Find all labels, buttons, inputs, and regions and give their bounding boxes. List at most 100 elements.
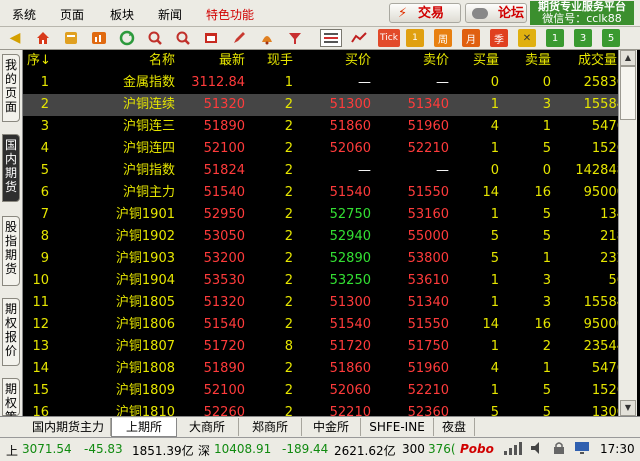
- table-row[interactable]: 4 沪铜连四 52100 2 52060 52210 1 5 1526: [23, 138, 626, 160]
- five-minute-icon[interactable]: 5: [602, 29, 620, 47]
- cell-ask: 51550: [407, 185, 449, 200]
- custom-kline-icon[interactable]: ✕: [518, 29, 536, 47]
- table-row[interactable]: 14 沪铜1808 51890 2 51860 51960 4 1 5476: [23, 358, 626, 380]
- refresh-icon[interactable]: [118, 29, 136, 47]
- tab-czce[interactable]: 郑商所: [239, 418, 302, 436]
- cell-last: 51720: [203, 339, 245, 354]
- table-row[interactable]: 13 沪铜1807 51720 8 51720 51750 1 2 23544: [23, 336, 626, 358]
- forum-button[interactable]: 论坛: [465, 3, 527, 23]
- tab-cffex[interactable]: 中金所: [302, 418, 361, 436]
- table-row[interactable]: 6 沪铜主力 51540 2 51540 51550 14 16 95000: [23, 182, 626, 204]
- menu-sector[interactable]: 板块: [110, 6, 134, 23]
- cell-no: 4: [40, 141, 49, 156]
- cell-name: 沪铜1902: [115, 229, 175, 244]
- cell-name: 沪铜1808: [115, 361, 175, 376]
- table-row[interactable]: 1 金属指数 3112.84 1 — — 0 0 25836: [23, 72, 626, 94]
- notebook-icon[interactable]: [62, 29, 80, 47]
- one-minute-icon[interactable]: 1: [546, 29, 564, 47]
- lock-icon[interactable]: [552, 441, 566, 458]
- tab-shfe-ine[interactable]: SHFE-INE: [361, 418, 434, 436]
- back-arrow-icon[interactable]: ◀: [6, 29, 24, 47]
- three-minute-icon[interactable]: 3: [574, 29, 592, 47]
- minute-chart-icon[interactable]: [350, 29, 368, 47]
- menu-news[interactable]: 新闻: [158, 6, 182, 23]
- table-row[interactable]: 8 沪铜1902 53050 2 52940 55000 5 5 218: [23, 226, 626, 248]
- season-kline-icon[interactable]: 季: [490, 29, 508, 47]
- monitor-icon[interactable]: [574, 441, 590, 458]
- tab-night-session[interactable]: 夜盘: [434, 418, 475, 436]
- side-tab-option-quotes[interactable]: 期权报价: [2, 298, 20, 366]
- bell-icon[interactable]: [258, 29, 276, 47]
- table-row[interactable]: 11 沪铜1805 51320 2 51300 51340 1 3 15584: [23, 292, 626, 314]
- status-misc: 300: [402, 442, 425, 456]
- week-kline-icon[interactable]: 周: [434, 29, 452, 47]
- side-tab-option-strategy[interactable]: 期权策略: [2, 378, 20, 438]
- filter-icon[interactable]: [286, 29, 304, 47]
- table-row[interactable]: 7 沪铜1901 52950 2 52750 53160 1 5 134: [23, 204, 626, 226]
- window-icon[interactable]: [202, 29, 220, 47]
- col-header-ask[interactable]: 卖价: [389, 50, 449, 72]
- cell-name: 沪铜1903: [115, 251, 175, 266]
- cell-bid: 51860: [329, 361, 371, 376]
- menu-system[interactable]: 系统: [12, 6, 36, 23]
- table-row[interactable]: 5 沪铜指数 51824 2 — — 0 0 142848: [23, 160, 626, 182]
- trade-button-label: 交易: [418, 6, 445, 21]
- cell-ask-qty: 2: [542, 339, 551, 354]
- trade-button[interactable]: ⚡ 交易: [389, 3, 461, 23]
- cell-ask-qty: 5: [542, 405, 551, 416]
- cell-hand: 2: [284, 383, 293, 398]
- table-row[interactable]: 12 沪铜1806 51540 2 51540 51550 14 16 95000: [23, 314, 626, 336]
- sh-index-change: -45.83: [84, 442, 123, 456]
- table-row[interactable]: 2 沪铜连续 51320 2 51300 51340 1 3 15584: [23, 94, 626, 116]
- col-header-hand[interactable]: 现手: [251, 50, 293, 72]
- scroll-down-icon[interactable]: ▼: [620, 400, 636, 416]
- search-icon[interactable]: [146, 29, 164, 47]
- table-row[interactable]: 10 沪铜1904 53530 2 53250 53610 1 3 56: [23, 270, 626, 292]
- side-tab-my-page[interactable]: 我的页面: [2, 54, 20, 122]
- pencil-icon[interactable]: [230, 29, 248, 47]
- col-header-ask-qty[interactable]: 卖量: [513, 50, 551, 72]
- menu-page[interactable]: 页面: [60, 6, 84, 23]
- scroll-thumb[interactable]: [620, 66, 636, 120]
- tab-dce[interactable]: 大商所: [176, 418, 239, 436]
- cell-last: 53530: [203, 273, 245, 288]
- col-header-bid[interactable]: 买价: [313, 50, 371, 72]
- tab-shfe[interactable]: 上期所: [111, 418, 177, 437]
- speaker-icon[interactable]: [530, 441, 546, 458]
- scroll-up-icon[interactable]: ▲: [620, 50, 636, 66]
- bar-chart-icon[interactable]: [90, 29, 108, 47]
- side-tab-index-futures[interactable]: 股指期货: [2, 216, 20, 286]
- cell-last: 52950: [203, 207, 245, 222]
- cell-no: 8: [40, 229, 49, 244]
- side-tab-domestic-futures[interactable]: 国内期货: [2, 134, 20, 202]
- sz-index-value: 10408.91: [214, 442, 272, 456]
- table-row[interactable]: 3 沪铜连三 51890 2 51860 51960 4 1 5476: [23, 116, 626, 138]
- table-row[interactable]: 15 沪铜1809 52100 2 52060 52210 1 5 1526: [23, 380, 626, 402]
- menu-special-features[interactable]: 特色功能: [206, 6, 254, 23]
- zoom-icon[interactable]: [174, 29, 192, 47]
- tick-icon[interactable]: Tick: [378, 29, 400, 47]
- col-header-no[interactable]: 序↓: [27, 50, 57, 72]
- col-header-bid-qty[interactable]: 买量: [463, 50, 499, 72]
- day-kline-icon[interactable]: 1: [406, 29, 424, 47]
- home-icon[interactable]: [34, 29, 52, 47]
- cell-ask-qty: 3: [542, 97, 551, 112]
- cell-volume: 95000: [583, 185, 625, 200]
- col-header-last[interactable]: 最新: [183, 50, 245, 72]
- cell-ask: 53160: [407, 207, 449, 222]
- cell-volume: 1526: [591, 141, 625, 156]
- col-header-name[interactable]: 名称: [83, 50, 175, 72]
- cell-ask-qty: 5: [542, 141, 551, 156]
- col-header-volume[interactable]: 成交量: [567, 50, 617, 72]
- cell-name: 沪铜连三: [122, 119, 175, 134]
- cell-bid-qty: 1: [490, 295, 499, 310]
- cell-no: 11: [32, 295, 49, 310]
- tab-domestic-main[interactable]: 国内期货主力: [26, 418, 111, 436]
- month-kline-icon[interactable]: 月: [462, 29, 480, 47]
- cell-no: 15: [32, 383, 49, 398]
- table-row[interactable]: 9 沪铜1903 53200 2 52890 53800 5 1 232: [23, 248, 626, 270]
- quote-list-icon[interactable]: [320, 29, 342, 47]
- vertical-scrollbar[interactable]: ▲ ▼: [618, 50, 637, 416]
- table-row[interactable]: 16 沪铜1810 52260 2 52210 52360 5 5 1300: [23, 402, 626, 416]
- cell-hand: 2: [284, 295, 293, 310]
